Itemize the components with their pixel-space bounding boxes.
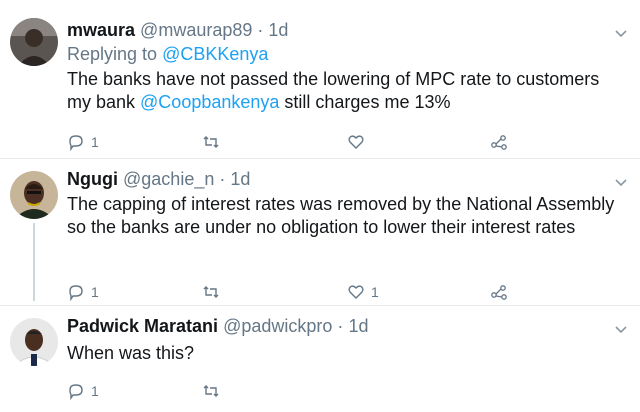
- tweet-actions: 1: [67, 380, 517, 402]
- avatar[interactable]: [10, 18, 58, 66]
- user-name[interactable]: mwaura: [67, 20, 135, 40]
- user-handle[interactable]: @gachie_n: [123, 169, 214, 189]
- mention-link[interactable]: @Coopbankenya: [140, 92, 279, 112]
- retweet-icon: [203, 385, 219, 397]
- chevron-down-icon[interactable]: [614, 26, 628, 40]
- tweet-header: Padwick Maratani @padwickpro · 1d: [67, 316, 368, 337]
- tweet-actions: 1 1: [67, 281, 517, 303]
- tweet-text-part: still charges me 13%: [279, 92, 451, 112]
- chevron-down-icon[interactable]: [614, 175, 628, 189]
- retweet-icon: [203, 286, 219, 298]
- tweet-3[interactable]: Padwick Maratani @padwickpro · 1d When w…: [0, 306, 640, 412]
- reply-count: 1: [91, 134, 99, 150]
- like-button[interactable]: 1: [347, 281, 379, 303]
- chevron-down-icon[interactable]: [614, 322, 628, 336]
- retweet-button[interactable]: [202, 380, 226, 402]
- like-icon: [348, 135, 364, 149]
- separator-dot: ·: [219, 169, 226, 189]
- reply-icon: [69, 135, 83, 151]
- separator-dot: ·: [257, 20, 264, 40]
- tweet-header: mwaura @mwaurap89 · 1d: [67, 20, 288, 41]
- separator-dot: ·: [337, 316, 344, 336]
- tweet-time[interactable]: 1d: [348, 316, 368, 336]
- avatar[interactable]: [10, 318, 58, 366]
- share-icon: [491, 285, 507, 300]
- tweet-1[interactable]: mwaura @mwaurap89 · 1d Replying to @CBKK…: [0, 0, 640, 153]
- thread-line: [33, 223, 35, 301]
- like-icon: [348, 285, 364, 299]
- tweet-actions: 1: [67, 131, 517, 153]
- replying-prefix: Replying to: [67, 44, 163, 64]
- tweet-header: Ngugi @gachie_n · 1d: [67, 169, 250, 190]
- tweet-time[interactable]: 1d: [230, 169, 250, 189]
- share-icon: [491, 135, 507, 150]
- reply-icon: [69, 285, 83, 301]
- reply-icon: [69, 384, 83, 400]
- retweet-icon: [203, 136, 219, 148]
- reply-count: 1: [91, 383, 99, 399]
- retweet-button[interactable]: [202, 281, 226, 303]
- tweet-text: The banks have not passed the lowering o…: [67, 68, 627, 114]
- avatar[interactable]: [10, 171, 58, 219]
- share-button[interactable]: [490, 131, 508, 153]
- reply-button[interactable]: 1: [67, 281, 99, 303]
- reply-count: 1: [91, 284, 99, 300]
- retweet-button[interactable]: [202, 131, 226, 153]
- user-handle[interactable]: @padwickpro: [223, 316, 332, 336]
- user-name[interactable]: Padwick Maratani: [67, 316, 218, 336]
- share-button[interactable]: [490, 281, 508, 303]
- like-button[interactable]: [347, 131, 371, 153]
- user-name[interactable]: Ngugi: [67, 169, 118, 189]
- tweet-2[interactable]: Ngugi @gachie_n · 1d The capping of inte…: [0, 159, 640, 305]
- tweet-text: The capping of interest rates was remove…: [67, 194, 615, 237]
- tweet-time[interactable]: 1d: [268, 20, 288, 40]
- reply-button[interactable]: 1: [67, 131, 99, 153]
- tweet-text: When was this?: [67, 343, 195, 363]
- like-count: 1: [371, 284, 379, 300]
- replying-to-link[interactable]: @CBKKenya: [162, 44, 268, 64]
- user-handle[interactable]: @mwaurap89: [140, 20, 252, 40]
- replying-to: Replying to @CBKKenya: [67, 44, 268, 65]
- reply-button[interactable]: 1: [67, 380, 99, 402]
